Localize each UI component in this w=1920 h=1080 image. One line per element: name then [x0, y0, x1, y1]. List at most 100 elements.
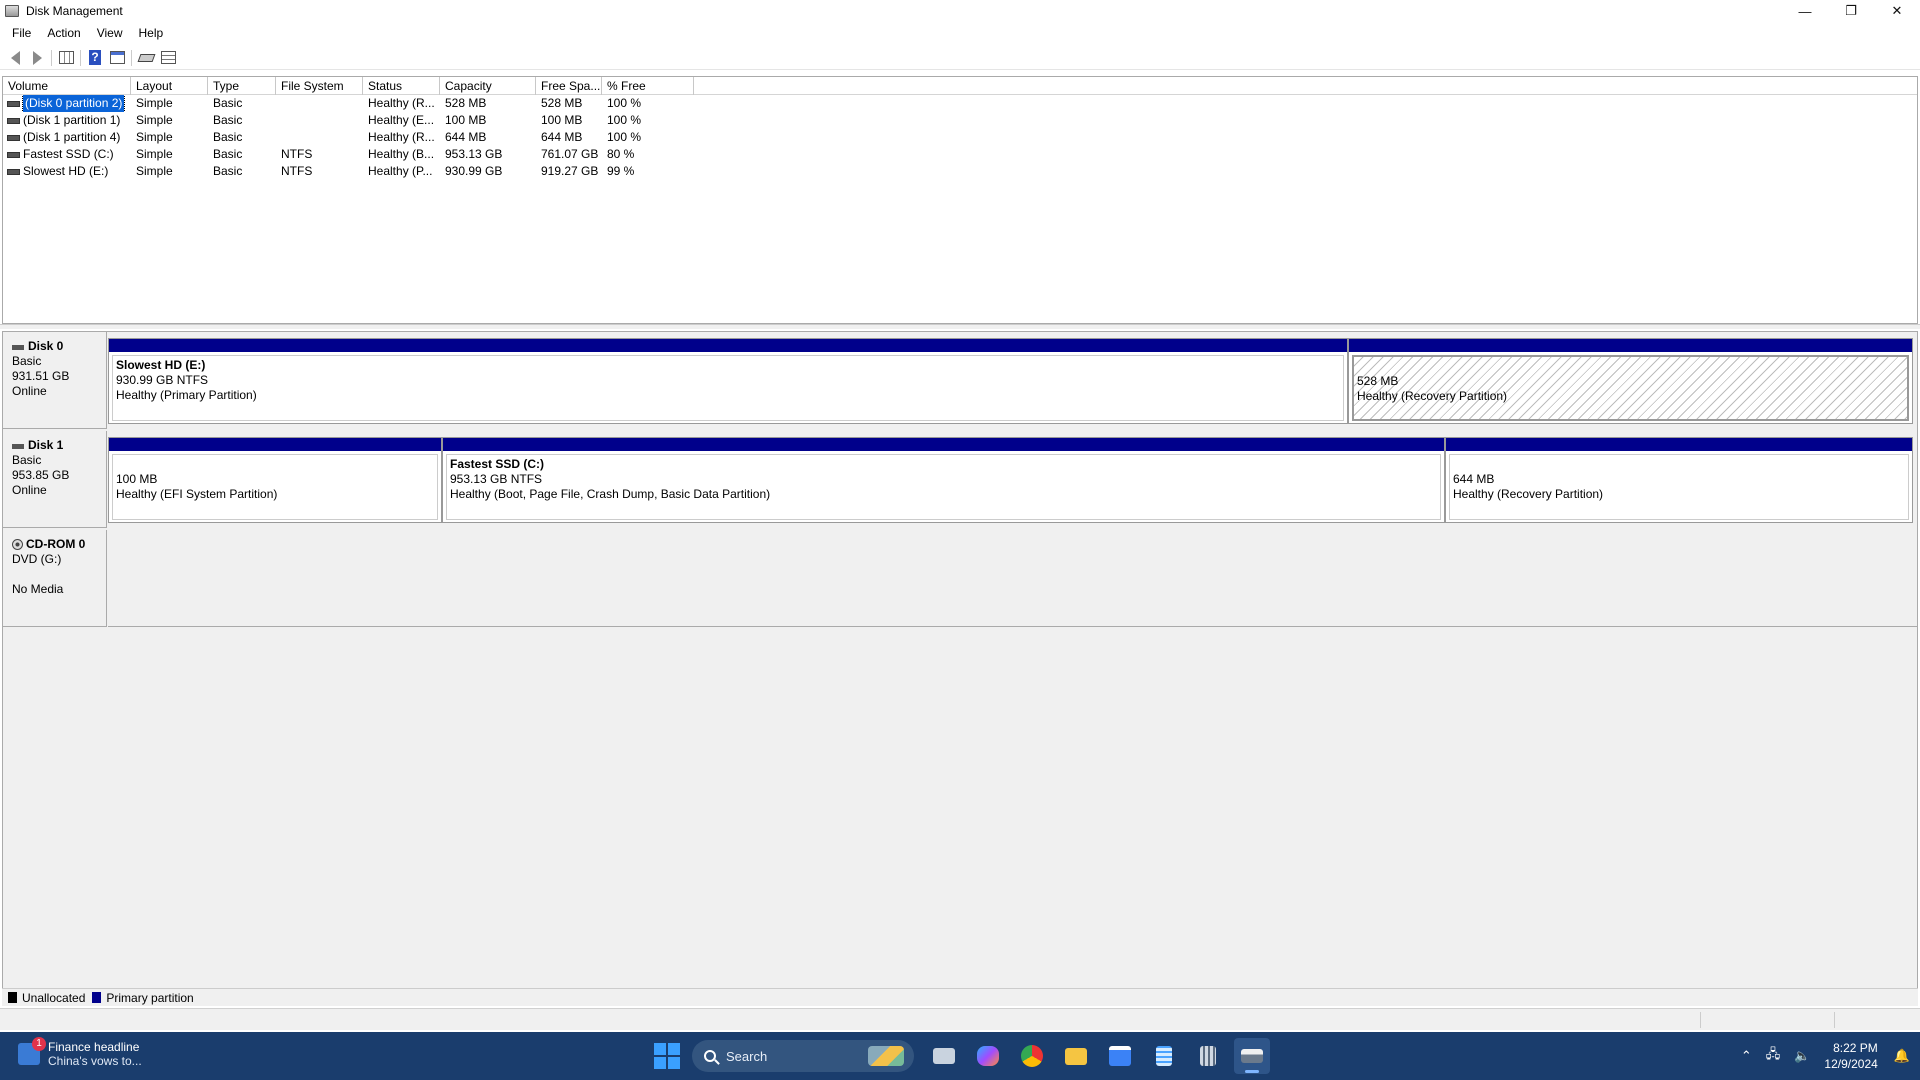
disk-1-label[interactable]: Disk 1 Basic 953.85 GB Online: [3, 431, 107, 528]
cell-volume: (Disk 1 partition 1): [3, 112, 131, 129]
chrome-button[interactable]: [1014, 1038, 1050, 1074]
search-label: Search: [726, 1048, 768, 1064]
copilot-icon: [977, 1046, 999, 1066]
column-header-file-system[interactable]: File System: [276, 77, 363, 95]
legend-unallocated: Unallocated: [22, 990, 86, 1005]
rescan-disks-button[interactable]: [135, 48, 157, 68]
store-button[interactable]: [1102, 1038, 1138, 1074]
column-header-volume[interactable]: Volume: [3, 77, 131, 95]
volume-icon[interactable]: 🔈: [1794, 1048, 1810, 1064]
cell-free-space: 644 MB: [541, 130, 583, 144]
task-view-button[interactable]: [926, 1038, 962, 1074]
cell-volume: (Disk 0 partition 2): [3, 95, 131, 112]
help-button[interactable]: ?: [84, 48, 106, 68]
table-row[interactable]: (Disk 0 partition 2) Simple Basic Health…: [3, 95, 1917, 112]
notification-badge: 1: [32, 1037, 46, 1051]
list-view-button[interactable]: [157, 48, 179, 68]
table-row[interactable]: Slowest HD (E:) Simple Basic NTFS Health…: [3, 163, 1917, 180]
column-header-capacity[interactable]: Capacity: [440, 77, 536, 95]
cell-free-space: 919.27 GB: [541, 164, 599, 178]
toolbar: ?: [0, 46, 1920, 70]
news-subtitle: China's vows to...: [48, 1054, 142, 1068]
cell-volume: Fastest SSD (C:): [3, 146, 131, 163]
menu-file[interactable]: File: [4, 26, 39, 40]
disk-type: Basic: [12, 453, 42, 467]
notepad-button[interactable]: [1146, 1038, 1182, 1074]
minimize-button[interactable]: —: [1782, 0, 1828, 22]
cell-capacity: 953.13 GB: [445, 147, 503, 161]
disk-0-label[interactable]: Disk 0 Basic 931.51 GB Online: [3, 332, 107, 429]
forward-button[interactable]: [26, 48, 48, 68]
volume-name: (Disk 0 partition 2): [21, 95, 126, 112]
clock[interactable]: 8:22 PM 12/9/2024: [1824, 1040, 1877, 1072]
pane-splitter[interactable]: [0, 324, 1920, 329]
partition-disk0-recovery[interactable]: 528 MB Healthy (Recovery Partition): [1348, 338, 1913, 424]
column-header-layout[interactable]: Layout: [131, 77, 208, 95]
news-text: Finance headline China's vows to...: [48, 1040, 142, 1068]
close-button[interactable]: ✕: [1874, 0, 1920, 22]
partition-efi[interactable]: 100 MB Healthy (EFI System Partition): [108, 437, 442, 523]
cell-percent-free: 100 %: [607, 96, 642, 110]
title-bar: Disk Management — ❐ ✕: [0, 0, 1920, 22]
notifications-bell-icon[interactable]: 🔔: [1894, 1048, 1910, 1064]
show-hide-console-tree-button[interactable]: [55, 48, 77, 68]
volume-name: Slowest HD (E:): [23, 164, 109, 178]
menu-action[interactable]: Action: [39, 26, 88, 40]
taskbar-search[interactable]: Search: [692, 1040, 914, 1072]
partition-fastest-ssd[interactable]: Fastest SSD (C:) 953.13 GB NTFS Healthy …: [442, 437, 1445, 523]
window-controls: — ❐ ✕: [1782, 0, 1920, 22]
volume-name: (Disk 1 partition 4): [23, 130, 121, 144]
widgets-icon: 1: [18, 1037, 46, 1065]
cdrom-0-media-area[interactable]: [108, 530, 1917, 627]
column-header-type[interactable]: Type: [208, 77, 276, 95]
column-header-status[interactable]: Status: [363, 77, 440, 95]
calculator-button[interactable]: [1190, 1038, 1226, 1074]
menu-help[interactable]: Help: [131, 26, 172, 40]
disk-type: Basic: [12, 354, 42, 368]
partition-disk1-recovery[interactable]: 644 MB Healthy (Recovery Partition): [1445, 437, 1913, 523]
column-header-percent-free[interactable]: % Free: [602, 77, 694, 95]
file-explorer-button[interactable]: [1058, 1038, 1094, 1074]
disk-name-text: Disk 1: [28, 438, 64, 452]
partition-name: [116, 457, 434, 472]
cell-volume: (Disk 1 partition 4): [3, 129, 131, 146]
partition-color-bar: [109, 339, 1347, 352]
legend: Unallocated Primary partition: [2, 988, 1918, 1006]
table-row[interactable]: (Disk 1 partition 1) Simple Basic Health…: [3, 112, 1917, 129]
cdrom-0-label[interactable]: CD-ROM 0 DVD (G:) No Media: [3, 530, 107, 627]
cell-layout: Simple: [136, 96, 173, 110]
partition-size: 953.13 GB NTFS: [450, 472, 543, 486]
volume-list-header: Volume Layout Type File System Status Ca…: [3, 77, 1917, 95]
volume-list[interactable]: Volume Layout Type File System Status Ca…: [2, 76, 1918, 324]
show-hidden-icons-chevron-up-icon[interactable]: ⌃: [1741, 1048, 1752, 1064]
start-button[interactable]: [654, 1043, 680, 1069]
partition-status: Healthy (Primary Partition): [116, 388, 257, 402]
disk-state: Online: [12, 483, 47, 497]
restore-button[interactable]: ❐: [1828, 0, 1874, 22]
back-button[interactable]: [4, 48, 26, 68]
disk-management-taskbar-button[interactable]: [1234, 1038, 1270, 1074]
clock-date: 12/9/2024: [1824, 1057, 1878, 1071]
disk-0-row: Disk 0 Basic 931.51 GB Online Slowest HD…: [3, 332, 1917, 429]
store-icon: [1109, 1046, 1131, 1066]
column-header-free-space[interactable]: Free Spa...: [536, 77, 602, 95]
primary-partition-swatch: [92, 992, 102, 1003]
disk-1-row: Disk 1 Basic 953.85 GB Online 100 MB Hea…: [3, 431, 1917, 528]
copilot-button[interactable]: [970, 1038, 1006, 1074]
notepad-icon: [1156, 1046, 1172, 1066]
properties-button[interactable]: [106, 48, 128, 68]
cell-free-space: 100 MB: [541, 113, 583, 127]
network-icon[interactable]: 🖧: [1766, 1045, 1781, 1067]
menu-view[interactable]: View: [89, 26, 131, 40]
legend-primary-partition: Primary partition: [106, 990, 194, 1005]
cdrom-name-text: CD-ROM 0: [26, 537, 86, 551]
partition-name: [1357, 359, 1904, 374]
cell-type: Basic: [213, 96, 243, 110]
news-widget[interactable]: 1 Finance headline China's vows to...: [18, 1037, 142, 1068]
help-icon: ?: [89, 50, 101, 65]
cell-file-system: NTFS: [281, 147, 313, 161]
table-row[interactable]: (Disk 1 partition 4) Simple Basic Health…: [3, 129, 1917, 146]
disk-name-text: Disk 0: [28, 339, 64, 353]
partition-slowest-hd[interactable]: Slowest HD (E:) 930.99 GB NTFS Healthy (…: [108, 338, 1348, 424]
table-row[interactable]: Fastest SSD (C:) Simple Basic NTFS Healt…: [3, 146, 1917, 163]
